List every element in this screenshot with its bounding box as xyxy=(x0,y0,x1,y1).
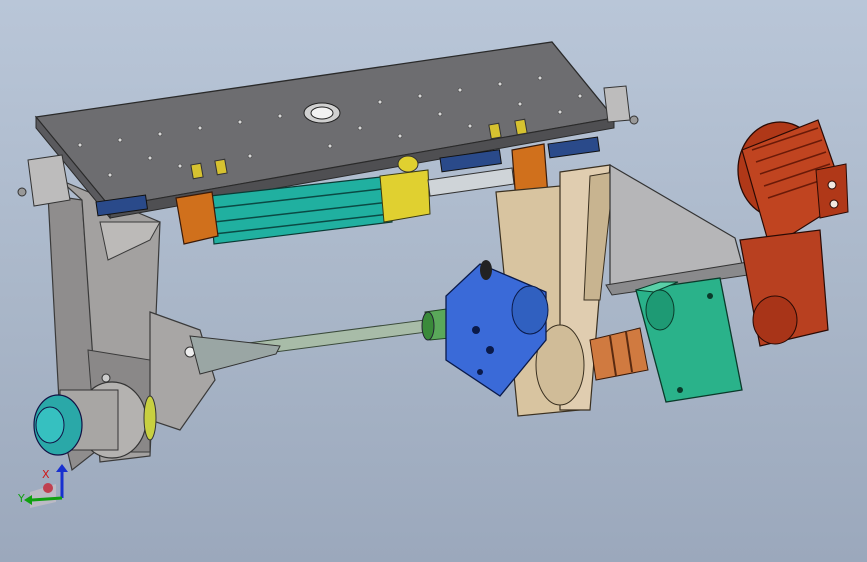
mechanical-assembly-model[interactable] xyxy=(0,0,867,562)
electric-motor[interactable] xyxy=(737,119,849,347)
shaft-coupling[interactable] xyxy=(589,327,649,381)
cad-viewport[interactable]: X Y xyxy=(0,0,867,562)
coordinate-triad: X Y xyxy=(17,464,68,508)
y-axis-arrowhead xyxy=(24,495,32,505)
z-axis-arrowhead xyxy=(56,464,68,472)
motor-mount-bracket[interactable] xyxy=(605,163,749,296)
x-axis-label: X xyxy=(42,468,50,481)
y-axis-label: Y xyxy=(17,492,25,505)
gearbox[interactable] xyxy=(635,277,743,403)
x-axis-point xyxy=(43,483,53,493)
y-axis-arrow xyxy=(31,496,63,502)
